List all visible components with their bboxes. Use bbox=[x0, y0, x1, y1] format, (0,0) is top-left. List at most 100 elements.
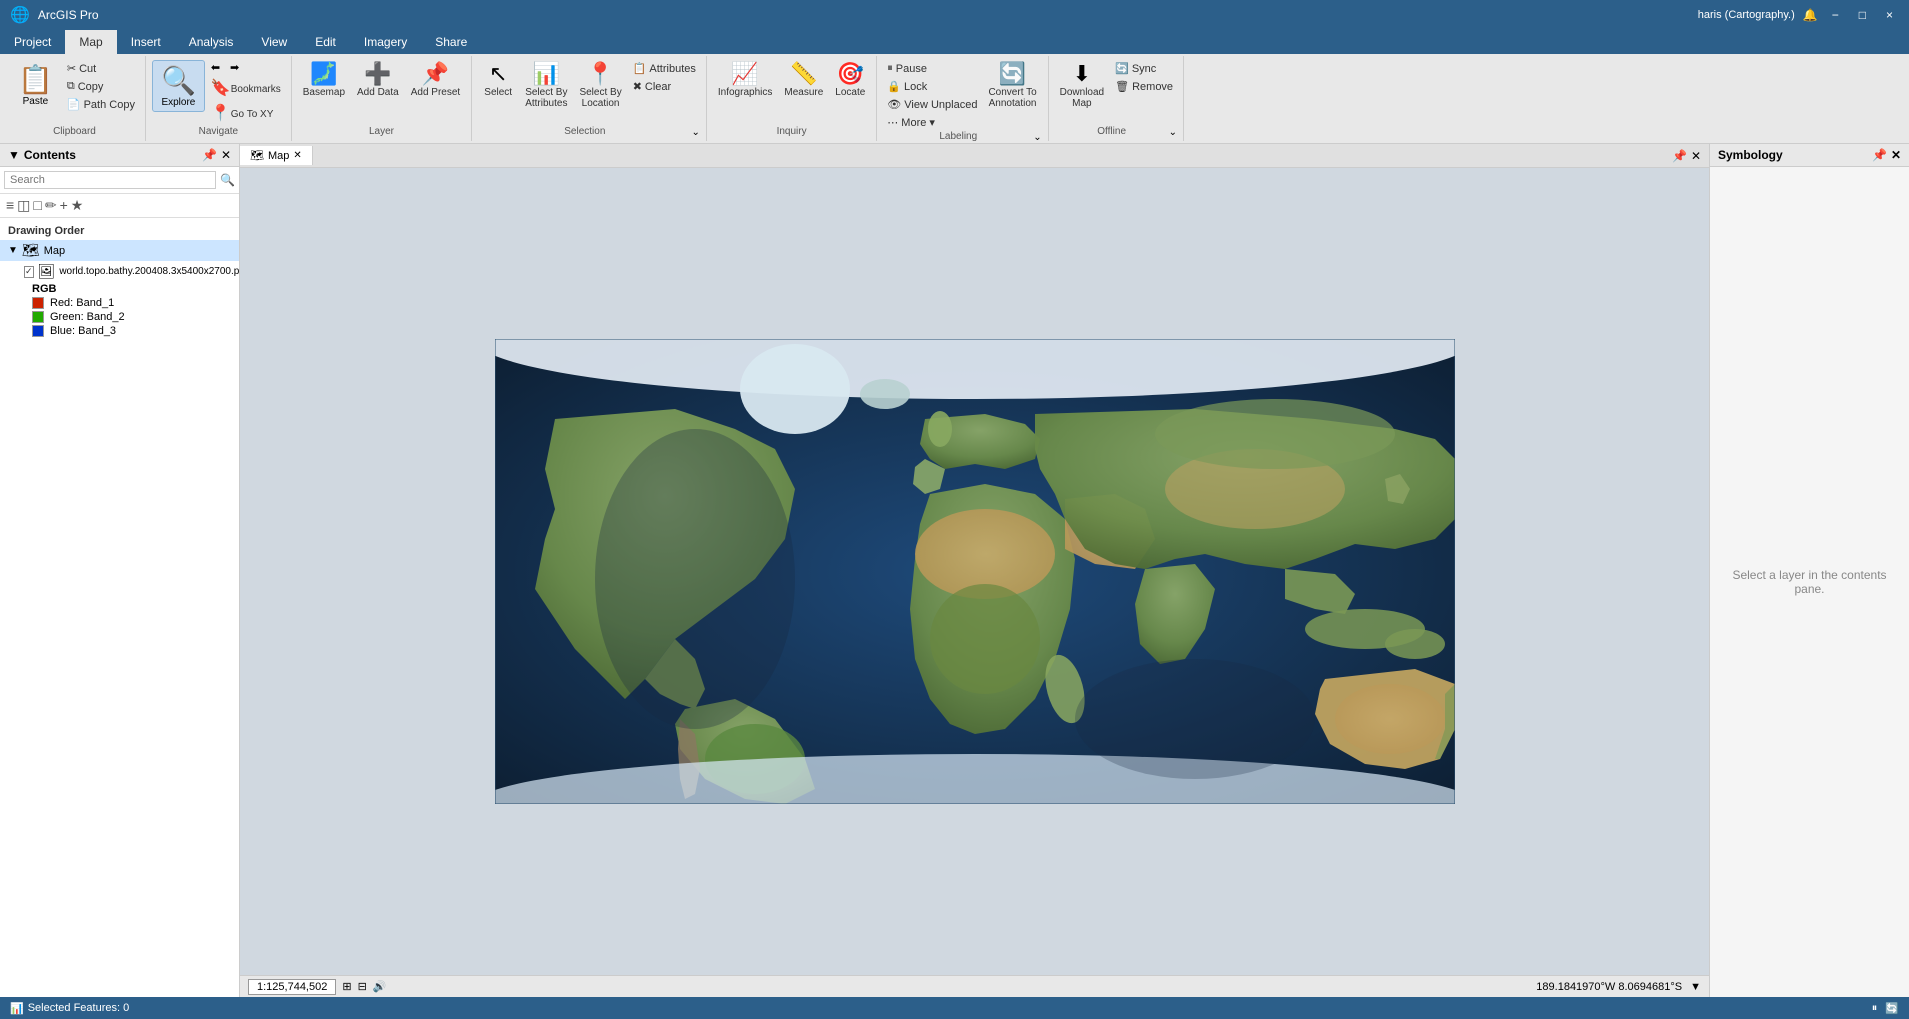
map-tab-close[interactable]: ✕ bbox=[293, 150, 301, 161]
title-bar-right: haris (Cartography.) 🔔 − □ × bbox=[1698, 8, 1899, 22]
world-map-display bbox=[495, 339, 1455, 804]
pause-button[interactable]: ⏸ Pause bbox=[883, 60, 981, 77]
selection-expand-icon[interactable]: ⌄ bbox=[691, 127, 699, 138]
labeling-group-content: ⏸ Pause 🔒 Lock 👁 View Unplaced ⋯ More ▾ … bbox=[883, 58, 1041, 131]
forward-button[interactable]: ➡ bbox=[226, 60, 243, 75]
labeling-expand-icon[interactable]: ⌄ bbox=[1033, 132, 1041, 143]
tab-project[interactable]: Project bbox=[0, 30, 65, 54]
view-unplaced-button[interactable]: 👁 View Unplaced bbox=[883, 96, 981, 113]
offline-expand-icon[interactable]: ⌄ bbox=[1169, 127, 1177, 138]
raster-layer-item[interactable]: ✓ 🖼 world.topo.bathy.200408.3x5400x2700.… bbox=[0, 261, 239, 282]
list-view-icon[interactable]: ≡ bbox=[6, 197, 14, 214]
filter-icon[interactable]: ★ bbox=[71, 197, 84, 214]
refresh-status-icon[interactable]: 🔄 bbox=[1885, 1002, 1899, 1015]
clipboard-group-content: 📋 Paste ✂ Cut ⧉ Copy 📄 Path Copy bbox=[10, 58, 139, 126]
tab-imagery[interactable]: Imagery bbox=[350, 30, 421, 54]
status-icon-2[interactable]: ⊟ bbox=[358, 980, 367, 993]
paste-button[interactable]: 📋 Paste bbox=[10, 60, 61, 110]
map-layer-item[interactable]: ▼ 🗺 Map bbox=[0, 240, 239, 261]
cut-button[interactable]: ✂ Cut bbox=[63, 60, 139, 77]
minimize-button[interactable]: − bbox=[1826, 8, 1845, 22]
maximize-button[interactable]: □ bbox=[1853, 8, 1872, 22]
select-button[interactable]: ↖ Select bbox=[478, 60, 518, 101]
contents-header: ▼ Contents 📌 ✕ bbox=[0, 144, 239, 167]
convert-annotation-icon: 🔄 bbox=[999, 63, 1026, 85]
download-map-button[interactable]: ⬇ Download Map bbox=[1055, 60, 1109, 112]
explore-button[interactable]: 🔍 Explore bbox=[152, 60, 205, 112]
layer-visibility-check[interactable]: ✓ bbox=[24, 266, 34, 278]
contents-filter-icon[interactable]: ▼ bbox=[8, 148, 20, 162]
layer-group: 🗾 Basemap ➕ Add Data 📌 Add Preset Layer bbox=[292, 56, 472, 141]
add-preset-button[interactable]: 📌 Add Preset bbox=[406, 60, 465, 101]
visibility-icon[interactable]: □ bbox=[33, 197, 41, 214]
symbology-pin-icon[interactable]: 📌 bbox=[1872, 148, 1887, 162]
remove-button[interactable]: 🗑 Remove bbox=[1111, 78, 1177, 95]
basemap-button[interactable]: 🗾 Basemap bbox=[298, 60, 350, 101]
map-name: Map bbox=[44, 245, 65, 257]
convert-to-annotation-button[interactable]: 🔄 Convert To Annotation bbox=[983, 60, 1041, 112]
rgb-label: RGB bbox=[32, 283, 56, 295]
lock-button[interactable]: 🔒 Lock bbox=[883, 78, 981, 95]
path-copy-button[interactable]: 📄 Path Copy bbox=[63, 96, 139, 113]
raster-icon: 🖼 bbox=[38, 263, 56, 280]
paste-icon: 📋 bbox=[18, 63, 53, 96]
goto-xy-button[interactable]: 📍 Go To XY bbox=[207, 101, 285, 125]
add-data-button[interactable]: ➕ Add Data bbox=[352, 60, 404, 101]
infographics-button[interactable]: 📈 Infographics bbox=[713, 60, 777, 101]
symbology-close-icon[interactable]: ✕ bbox=[1891, 148, 1901, 162]
tab-edit[interactable]: Edit bbox=[301, 30, 350, 54]
attributes-button[interactable]: 📋 Attributes bbox=[629, 60, 700, 77]
contents-close-icon[interactable]: ✕ bbox=[221, 148, 231, 162]
copy-button[interactable]: ⧉ Copy bbox=[63, 78, 139, 95]
tab-insert[interactable]: Insert bbox=[117, 30, 175, 54]
status-icon-1[interactable]: ⊞ bbox=[342, 980, 351, 993]
green-band-label: Green: Band_2 bbox=[50, 311, 125, 323]
select-by-attr-button[interactable]: 📊 Select By Attributes bbox=[520, 60, 572, 112]
clear-button[interactable]: ✖ Clear bbox=[629, 78, 700, 95]
status-icon-3[interactable]: 🔊 bbox=[373, 980, 387, 993]
more-button[interactable]: ⋯ More ▾ bbox=[883, 114, 981, 131]
tab-map[interactable]: Map bbox=[65, 30, 116, 54]
close-button[interactable]: × bbox=[1880, 8, 1899, 22]
basemap-icon: 🗾 bbox=[310, 63, 337, 85]
red-swatch bbox=[32, 297, 44, 309]
copy-icon: ⧉ bbox=[67, 80, 75, 93]
back-button[interactable]: ⬅ bbox=[207, 60, 224, 75]
symbology-controls: 📌 ✕ bbox=[1872, 148, 1901, 162]
raster-layer-name: world.topo.bathy.200408.3x5400x2700.png bbox=[59, 266, 239, 277]
tab-view[interactable]: View bbox=[247, 30, 301, 54]
select-by-loc-icon: 📍 bbox=[587, 63, 614, 85]
pause-icon: ⏸ bbox=[887, 62, 893, 75]
measure-button[interactable]: 📏 Measure bbox=[779, 60, 828, 101]
offline-group: ⬇ Download Map 🔄 Sync 🗑 Remove Offline ⌄ bbox=[1049, 56, 1184, 141]
add-data-icon: ➕ bbox=[364, 63, 391, 85]
edit-icon[interactable]: ✏ bbox=[45, 197, 57, 214]
bookmarks-button[interactable]: 🔖 Bookmarks bbox=[207, 76, 285, 100]
add-group-icon[interactable]: + bbox=[60, 197, 68, 214]
search-icon[interactable]: 🔍 bbox=[220, 173, 235, 187]
band-green-item: Green: Band_2 bbox=[0, 310, 239, 324]
bell-icon[interactable]: 🔔 bbox=[1803, 8, 1818, 22]
coordinates-dropdown[interactable]: ▼ bbox=[1690, 981, 1701, 993]
tab-analysis[interactable]: Analysis bbox=[175, 30, 248, 54]
select-by-loc-button[interactable]: 📍 Select By Location bbox=[574, 60, 626, 112]
contents-pin-icon[interactable]: 📌 bbox=[202, 148, 217, 162]
map-status-right: 189.1841970°W 8.0694681°S ▼ bbox=[1536, 981, 1701, 993]
map-tabs: 🗺 Map ✕ 📌 ✕ bbox=[240, 144, 1709, 168]
sync-button[interactable]: 🔄 Sync bbox=[1111, 60, 1177, 77]
map-panel-close-icon[interactable]: ✕ bbox=[1691, 149, 1701, 163]
layer-view-icon[interactable]: ◫ bbox=[17, 197, 30, 214]
sync-icon: 🔄 bbox=[1115, 62, 1129, 75]
scale-dropdown[interactable]: 1:125,744,502 bbox=[248, 979, 336, 995]
map-tab[interactable]: 🗺 Map ✕ bbox=[240, 146, 313, 165]
symbology-header: Symbology 📌 ✕ bbox=[1710, 144, 1909, 167]
map-expand-icon[interactable]: ▼ bbox=[8, 245, 18, 256]
map-canvas[interactable] bbox=[240, 168, 1709, 975]
search-input[interactable] bbox=[4, 171, 216, 189]
offline-group-content: ⬇ Download Map 🔄 Sync 🗑 Remove bbox=[1055, 58, 1177, 126]
map-panel-pin-icon[interactable]: 📌 bbox=[1672, 149, 1687, 163]
pause-status-icon[interactable]: ⏸ bbox=[1872, 1002, 1878, 1015]
tab-share[interactable]: Share bbox=[421, 30, 481, 54]
more-icon: ⋯ bbox=[887, 116, 898, 129]
locate-button[interactable]: 🎯 Locate bbox=[830, 60, 870, 101]
